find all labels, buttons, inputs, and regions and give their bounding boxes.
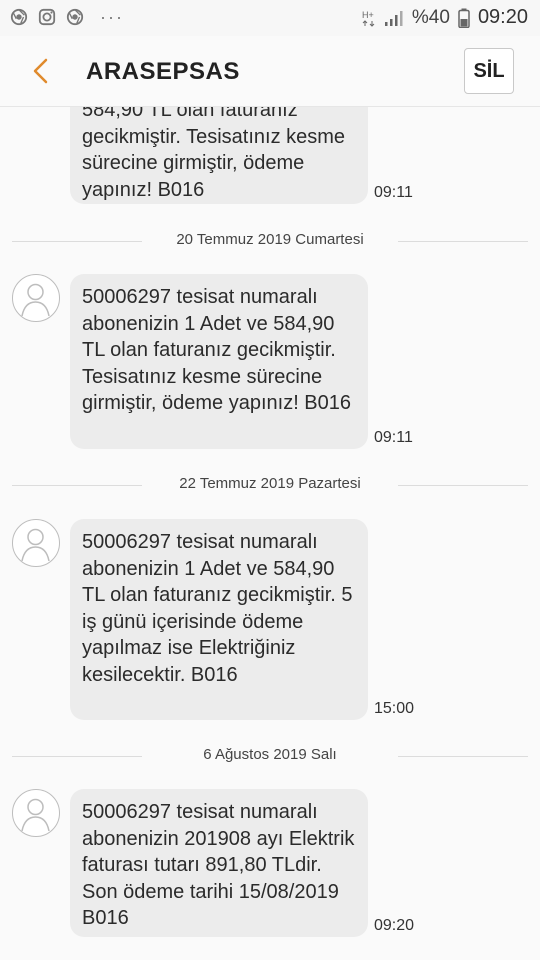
message-time: 09:11 <box>374 429 413 446</box>
contact-name: ARASEPSAS <box>86 58 240 85</box>
person-icon <box>21 283 50 317</box>
date-divider: 20 Temmuz 2019 Cumartesi <box>12 230 528 252</box>
message-text: 50006297 tesisat numaralı abonenizin 1 A… <box>82 531 353 686</box>
date-divider: 6 Ağustos 2019 Salı <box>12 745 528 767</box>
more-notifications-indicator: ··· <box>100 7 124 27</box>
chrome-icon <box>66 8 84 26</box>
person-icon <box>21 528 50 562</box>
message-time: 15:00 <box>374 700 415 717</box>
data-transfer-icon: H+ <box>362 10 375 27</box>
message-text: 50006297 tesisat numaralı abonenizin 201… <box>82 801 355 929</box>
avatar[interactable] <box>12 519 60 567</box>
svg-text:H+: H+ <box>362 10 374 20</box>
status-bar: ··· H+ %40 09:20 <box>0 0 540 36</box>
battery-percent: %40 <box>411 6 450 28</box>
message-bubble[interactable]: 50006297 tesisat numaralı abonenizin 1 A… <box>70 519 368 720</box>
date-label: 20 Temmuz 2019 Cumartesi <box>176 231 364 248</box>
date-label: 6 Ağustos 2019 Salı <box>203 746 337 763</box>
date-divider: 22 Temmuz 2019 Pazartesi <box>12 474 528 496</box>
date-label: 22 Temmuz 2019 Pazartesi <box>179 475 361 492</box>
message-time: 09:20 <box>374 917 415 934</box>
instagram-icon <box>38 8 56 26</box>
message-bubble[interactable]: 50006297 tesisat numaralı abonenizin 1 A… <box>70 274 368 449</box>
message-bubble[interactable]: 50006297 tesisat numaralı abonenizin 201… <box>70 789 368 937</box>
clock: 09:20 <box>477 6 528 28</box>
chrome-icon <box>10 8 28 26</box>
message-time: 09:11 <box>374 184 413 201</box>
person-icon <box>21 798 50 832</box>
notification-icons: ··· <box>10 8 124 26</box>
back-arrow-icon[interactable] <box>28 56 54 86</box>
conversation-header: ARASEPSAS SİL <box>0 36 540 107</box>
message-bubble[interactable]: 584,90 TL olan faturanız gecikmiştir. Te… <box>70 107 368 204</box>
avatar[interactable] <box>12 274 60 322</box>
message-text: 50006297 tesisat numaralı abonenizin 1 A… <box>82 286 352 414</box>
system-status: H+ %40 09:20 <box>362 6 528 29</box>
avatar[interactable] <box>12 789 60 837</box>
message-text: 584,90 TL olan faturanız gecikmiştir. Te… <box>82 107 346 201</box>
signal-icon <box>384 10 403 26</box>
delete-button[interactable]: SİL <box>464 48 514 94</box>
message-thread[interactable]: 584,90 TL olan faturanız gecikmiştir. Te… <box>0 107 540 960</box>
battery-icon <box>458 8 470 28</box>
